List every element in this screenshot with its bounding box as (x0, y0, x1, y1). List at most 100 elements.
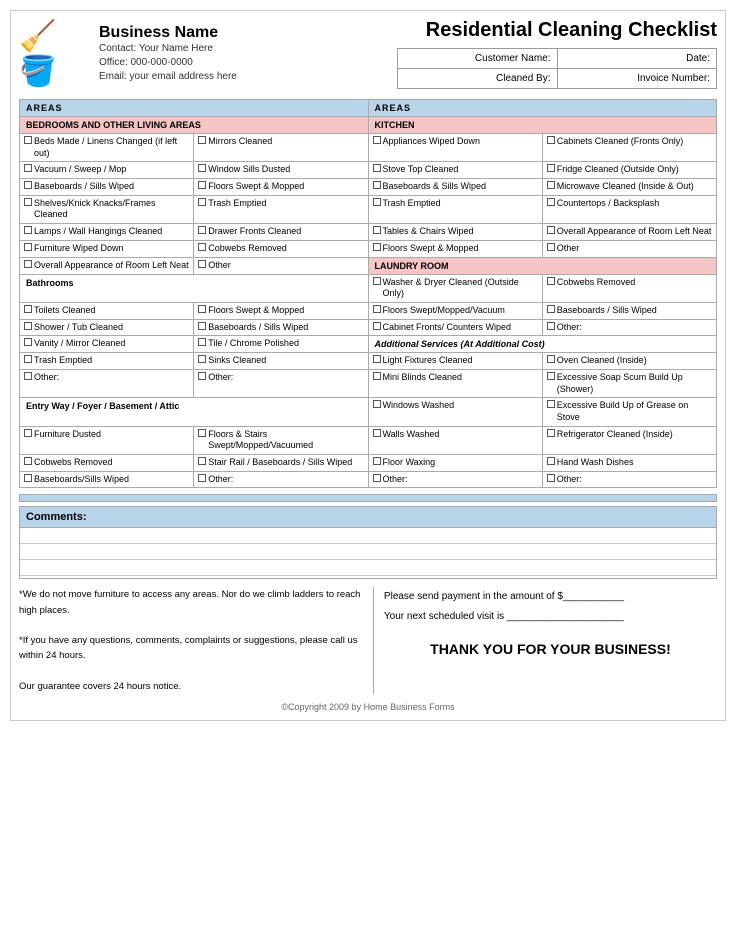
checkbox[interactable] (373, 322, 381, 330)
laundry-item-1-right: Cobwebs Removed (542, 274, 716, 302)
checkbox[interactable] (198, 429, 206, 437)
kit-item-5-left: Tables & Chairs Wiped (368, 224, 542, 241)
add-item-3-left: Windows Washed (368, 398, 542, 426)
bed-item-6-right: Cobwebs Removed (194, 240, 368, 257)
checklist-table: AREAS AREAS BEDROOMS AND OTHER LIVING AR… (19, 99, 717, 488)
bath-item-1-left: Toilets Cleaned (20, 302, 194, 319)
checkbox[interactable] (24, 226, 32, 234)
laundry-item-2-left: Floors Swept/Mopped/Vacuum (368, 302, 542, 319)
checkbox[interactable] (547, 243, 555, 251)
checkbox[interactable] (198, 372, 206, 380)
checkbox[interactable] (373, 474, 381, 482)
checkbox[interactable] (198, 260, 206, 268)
checkbox[interactable] (547, 355, 555, 363)
header-right: Residential Cleaning Checklist Customer … (397, 19, 717, 89)
checkbox[interactable] (24, 305, 32, 313)
checkbox[interactable] (547, 429, 555, 437)
footer-note1: *We do not move furniture to access any … (19, 587, 363, 617)
checkbox[interactable] (198, 474, 206, 482)
bed-item-7-right: Other (194, 257, 368, 274)
checkbox[interactable] (24, 181, 32, 189)
page: 🧹🪣 Business Name Contact: Your Name Here… (10, 10, 726, 721)
bed-item-7-left: Overall Appearance of Room Left Neat (20, 257, 194, 274)
checkbox[interactable] (373, 277, 381, 285)
checkbox[interactable] (24, 260, 32, 268)
checkbox[interactable] (198, 243, 206, 251)
checkbox[interactable] (373, 136, 381, 144)
checkbox[interactable] (198, 198, 206, 206)
add-item-6-left: Other: (368, 471, 542, 488)
checkbox[interactable] (24, 355, 32, 363)
bath-item-2-right: Baseboards / Sills Wiped (194, 319, 368, 336)
checkbox[interactable] (547, 474, 555, 482)
comment-line-3[interactable] (20, 560, 716, 576)
checkbox[interactable] (24, 136, 32, 144)
checkbox[interactable] (373, 457, 381, 465)
add-item-1-left: Light Fixtures Cleaned (368, 353, 542, 370)
checkbox[interactable] (24, 429, 32, 437)
bed-item-3-left: Baseboards / Sills Wiped (20, 179, 194, 196)
checkbox[interactable] (198, 338, 206, 346)
bed-item-4-right: Trash Emptied (194, 195, 368, 223)
checkbox[interactable] (547, 226, 555, 234)
checkbox[interactable] (547, 322, 555, 330)
kit-item-3-right: Microwave Cleaned (Inside & Out) (542, 179, 716, 196)
checkbox[interactable] (198, 226, 206, 234)
kit-item-6-right: Other (542, 240, 716, 257)
entry-item-1-left: Furniture Dusted (20, 426, 194, 454)
entry-item-1-right: Floors & Stairs Swept/Mopped/Vacuumed (194, 426, 368, 454)
checkbox[interactable] (24, 372, 32, 380)
checkbox[interactable] (373, 181, 381, 189)
bed-item-1-left: Beds Made / Linens Changed (if left out) (20, 134, 194, 162)
add-item-3-right: Excessive Build Up of Grease on Stove (542, 398, 716, 426)
bedrooms-header: BEDROOMS AND OTHER LIVING AREAS (20, 117, 369, 134)
checkbox[interactable] (24, 243, 32, 251)
checkbox[interactable] (198, 322, 206, 330)
add-item-2-left: Mini Blinds Cleaned (368, 369, 542, 397)
add-item-4-left: Walls Washed (368, 426, 542, 454)
checkbox[interactable] (24, 474, 32, 482)
bed-item-3-right: Floors Swept & Mopped (194, 179, 368, 196)
checkbox[interactable] (547, 181, 555, 189)
bath-item-3-right: Tile / Chrome Polished (194, 336, 368, 353)
checkbox[interactable] (373, 305, 381, 313)
checkbox[interactable] (547, 457, 555, 465)
checkbox[interactable] (547, 164, 555, 172)
checkbox[interactable] (24, 322, 32, 330)
checkbox[interactable] (547, 277, 555, 285)
checkbox[interactable] (373, 400, 381, 408)
checkbox[interactable] (198, 136, 206, 144)
checkbox[interactable] (373, 355, 381, 363)
logo: 🧹🪣 (19, 19, 89, 89)
cleaned-by-label: Cleaned By: (398, 69, 558, 89)
comment-line-1[interactable] (20, 528, 716, 544)
checkbox[interactable] (373, 243, 381, 251)
checkbox[interactable] (198, 457, 206, 465)
bath-item-2-left: Shower / Tub Cleaned (20, 319, 194, 336)
checkbox[interactable] (373, 429, 381, 437)
checkbox[interactable] (198, 305, 206, 313)
checkbox[interactable] (547, 136, 555, 144)
comments-lines (20, 528, 716, 578)
add-item-5-left: Floor Waxing (368, 455, 542, 472)
checkbox[interactable] (373, 164, 381, 172)
bed-item-2-right: Window Sills Dusted (194, 162, 368, 179)
checkbox[interactable] (547, 372, 555, 380)
bed-item-2-left: Vacuum / Sweep / Mop (20, 162, 194, 179)
comment-line-2[interactable] (20, 544, 716, 560)
header: 🧹🪣 Business Name Contact: Your Name Here… (19, 19, 717, 89)
checkbox[interactable] (24, 198, 32, 206)
checkbox[interactable] (547, 400, 555, 408)
checkbox[interactable] (547, 305, 555, 313)
checkbox[interactable] (373, 372, 381, 380)
checkbox[interactable] (198, 355, 206, 363)
checkbox[interactable] (373, 198, 381, 206)
entry-item-3-right: Other: (194, 471, 368, 488)
checkbox[interactable] (24, 164, 32, 172)
checkbox[interactable] (198, 181, 206, 189)
checkbox[interactable] (373, 226, 381, 234)
checkbox[interactable] (24, 338, 32, 346)
checkbox[interactable] (198, 164, 206, 172)
checkbox[interactable] (547, 198, 555, 206)
checkbox[interactable] (24, 457, 32, 465)
